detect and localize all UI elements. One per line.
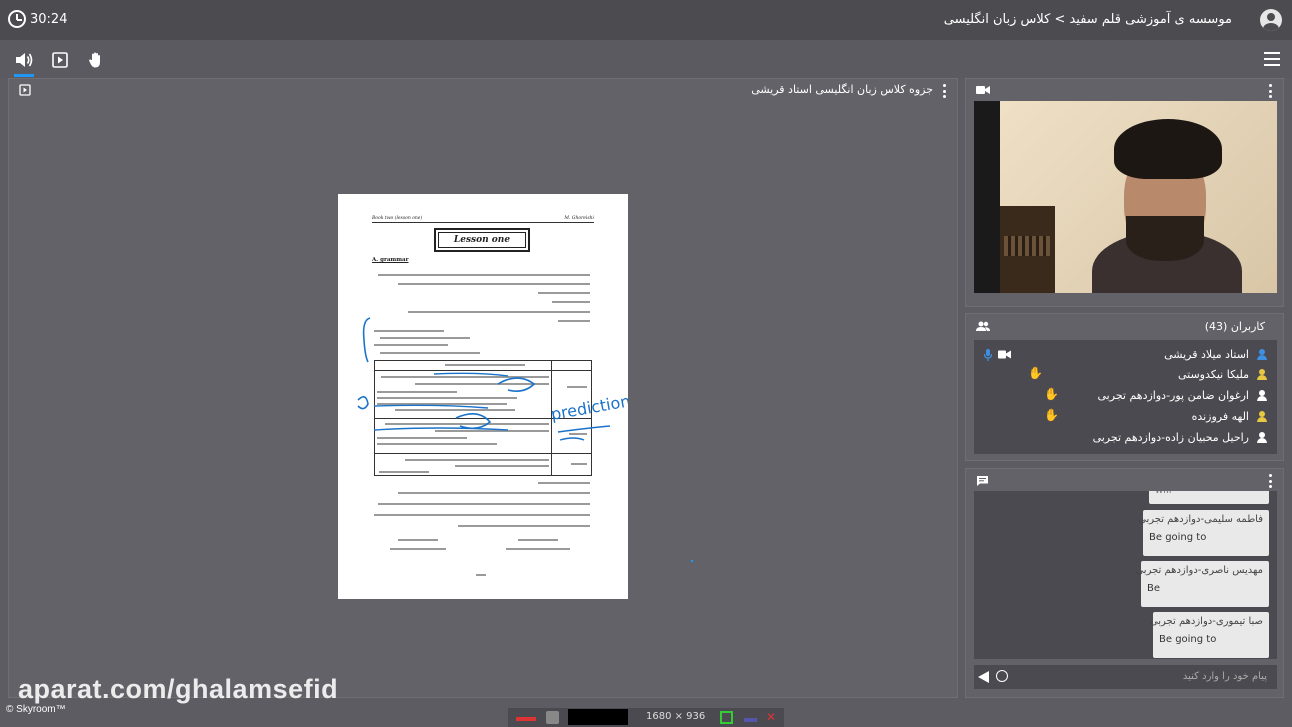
user-row[interactable]: استاد میلاد قریشی [974,344,1277,364]
user-row[interactable]: ارغوان ضامن پور-دوازدهم تجربی ✋ [974,385,1277,405]
record-icon[interactable] [516,717,536,721]
user-row[interactable]: الهه فروزنده ✋ [974,406,1277,426]
users-list: استاد میلاد قریشی ملیکا نیکدوستی ✋ ارغوا… [974,340,1277,454]
user-name: استاد میلاد قریشی [1164,348,1249,361]
raise-hand-button[interactable] [84,48,108,72]
page-title: موسسه ی آموزشی قلم سفید > کلاس زبان انگل… [943,12,1232,27]
mic-icon [984,349,992,361]
presentation-options-icon[interactable] [943,84,947,98]
video-options-icon[interactable] [1269,84,1273,98]
user-icon [1257,432,1267,443]
chat-sender: فاطمه سلیمی-دوازدهم تجربی [1138,514,1263,525]
user-row[interactable]: راحیل محبیان زاده-دوازدهم تجربی [974,427,1277,447]
user-camera-icon [998,350,1011,359]
presentation-icon [19,84,31,96]
user-name: ارغوان ضامن پور-دوازدهم تجربی [1097,389,1249,402]
capture-toolbar: 1680 × 936 ✕ [508,708,784,727]
chat-message-text: will [1155,491,1263,496]
video-person-beard [1126,216,1204,261]
brand-label: © Skyroom™ [6,704,66,715]
speaker-button[interactable] [12,48,36,77]
speaker-icon [16,53,33,67]
user-icon [1257,411,1267,422]
user-name: ملیکا نیکدوستی [1177,368,1249,381]
chat-icon [977,476,988,486]
chat-message: فاطمه سلیمی-دوازدهم تجربی Be going to [1138,510,1269,556]
chat-panel: will فاطمه سلیمی-دوازدهم تجربی Be going … [965,468,1284,698]
chat-sender: مهدیس ناصری-دوازدهم تجربی [1135,565,1263,576]
menu-icon[interactable] [1264,52,1280,66]
close-icon[interactable]: ✕ [766,711,779,724]
users-icon [976,321,990,331]
raised-hand-icon: ✋ [1044,387,1059,401]
screen-share-icon [52,52,68,68]
chat-input[interactable]: پیام خود را وارد کنید [974,665,1277,689]
emoji-icon[interactable] [996,670,1008,682]
cursor-marker [691,560,693,562]
chat-message: صبا تیموری-دوازدهم تجربی Be going to [1149,612,1269,658]
raised-hand-icon: ✋ [1028,366,1043,380]
users-title: کاربران (43) [1204,320,1265,333]
top-bar: 30:24 موسسه ی آموزشی قلم سفید > کلاس زبا… [0,0,1292,40]
raise-hand-icon [89,52,100,68]
minimize-icon[interactable] [744,718,757,722]
avatar-icon[interactable] [1260,9,1282,31]
chat-placeholder: پیام خود را وارد کنید [1182,671,1267,682]
document-page: Book two (lesson one) M. Ghoreishi Lesso… [338,194,628,599]
user-name: الهه فروزنده [1191,410,1249,423]
watermark: aparat.com/ghalamsefid [18,674,339,704]
webcam-video [974,101,1277,293]
send-icon[interactable] [978,671,989,683]
capture-preview [568,709,628,725]
screen-share-button[interactable] [48,48,72,72]
chat-sender: صبا تیموری-دوازدهم تجربی [1149,616,1263,627]
user-name: راحیل محبیان زاده-دوازدهم تجربی [1092,431,1249,444]
user-icon [1257,349,1267,360]
camera-icon [976,86,990,94]
chat-message: will [1149,491,1269,504]
camera-capture-icon[interactable] [546,711,559,724]
chat-message-text: Be going to [1159,634,1217,645]
chat-options-icon[interactable] [1269,474,1273,488]
presentation-title: جزوه کلاس زبان انگلیسی استاد قریشی [751,83,933,96]
user-row[interactable]: ملیکا نیکدوستی ✋ [974,364,1277,384]
presentation-panel: جزوه کلاس زبان انگلیسی استاد قریشی Book … [8,78,958,698]
user-icon [1257,390,1267,401]
chat-message-text: Be [1147,583,1161,594]
resolution-label: 1680 × 936 [646,711,706,722]
clock-icon [8,10,26,28]
video-person-hair [1114,119,1222,179]
chat-message: مهدیس ناصری-دوازدهم تجربی Be [1135,561,1269,607]
raised-hand-icon: ✋ [1044,408,1059,422]
chat-messages: will فاطمه سلیمی-دوازدهم تجربی Be going … [974,491,1277,659]
session-timer: 30:24 [30,12,68,27]
chat-message-text: Be going to [1149,532,1207,543]
toolbar [0,40,1292,78]
ink-handwriting: prediction [549,391,628,424]
user-icon [1257,369,1267,380]
ink-annotations: prediction [357,317,628,441]
users-panel: کاربران (43) استاد میلاد قریشی ملیکا نیک… [965,313,1284,461]
video-bookshelf [1000,206,1055,293]
maximize-icon[interactable] [720,711,733,724]
video-panel [965,78,1284,307]
